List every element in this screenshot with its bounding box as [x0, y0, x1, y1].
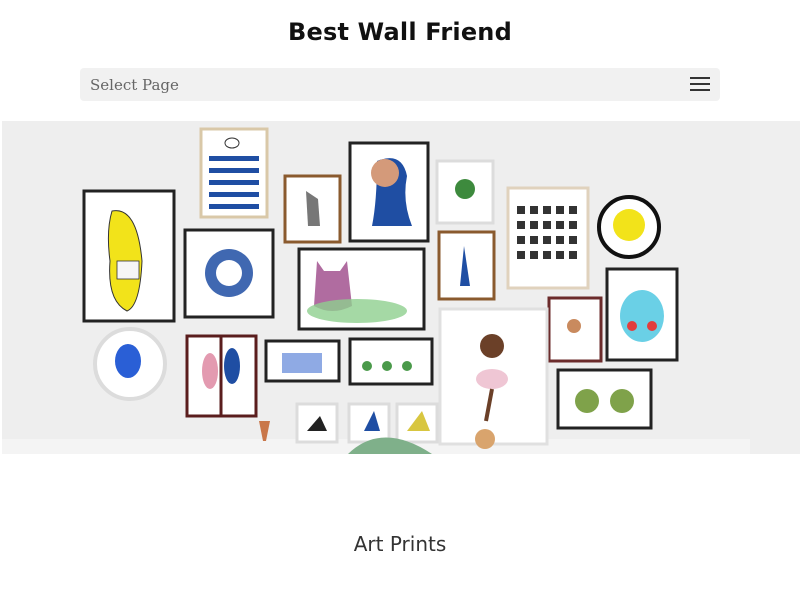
- hero-gallery-wall-image: [2, 121, 750, 454]
- art-prints-heading: Art Prints: [353, 532, 447, 556]
- cactus-print: [556, 368, 653, 430]
- pots-print: [348, 337, 434, 386]
- site-title[interactable]: Best Wall Friend: [0, 18, 800, 46]
- gallery-wall-illustration: [2, 121, 750, 454]
- hamburger-menu-icon[interactable]: [690, 77, 710, 92]
- select-page-dropdown[interactable]: Select Page: [80, 68, 720, 101]
- hero-side-fill: [750, 121, 800, 454]
- select-page-label: Select Page: [90, 76, 179, 94]
